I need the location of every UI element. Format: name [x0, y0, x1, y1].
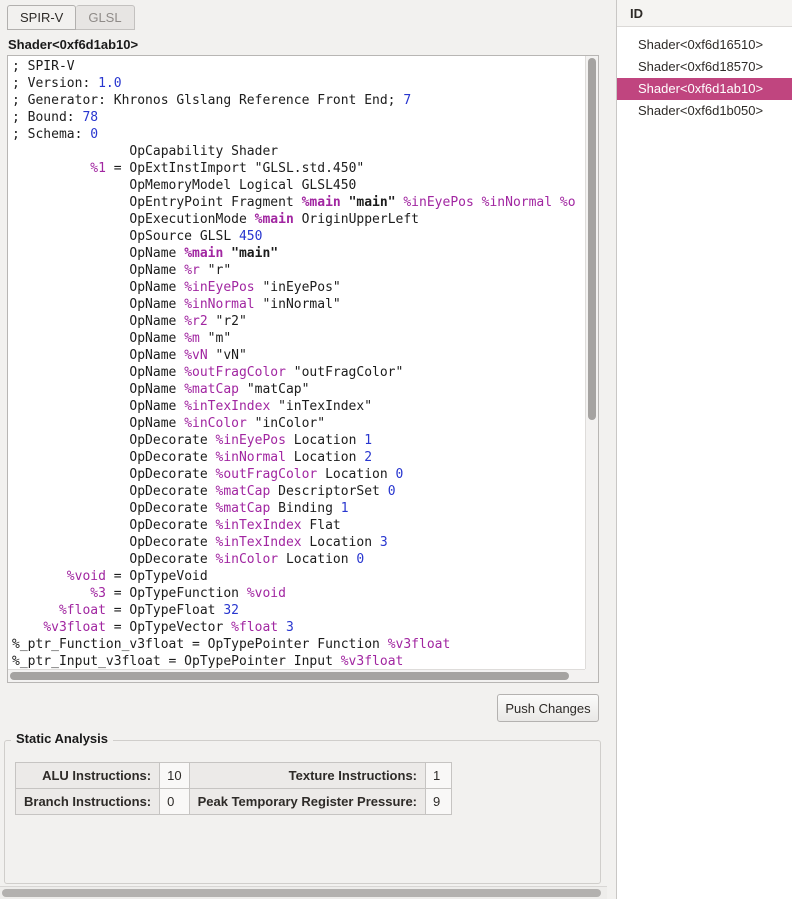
code-line: OpDecorate %inNormal Location 2 — [12, 449, 581, 466]
tab-spir-v[interactable]: SPIR-V — [7, 5, 76, 30]
push-changes-button[interactable]: Push Changes — [497, 694, 599, 722]
code-line: OpDecorate %inTexIndex Flat — [12, 517, 581, 534]
shader-title: Shader<0xf6d1ab10> — [8, 37, 138, 52]
static-analysis-frame: Static Analysis ALU Instructions:10Textu… — [4, 740, 601, 884]
code-line: %1 = OpExtInstImport "GLSL.std.450" — [12, 160, 581, 177]
id-column-header[interactable]: ID — [617, 0, 792, 27]
code-line: OpName %matCap "matCap" — [12, 381, 581, 398]
analysis-label: Peak Temporary Register Pressure: — [189, 789, 425, 815]
code-line: ; Schema: 0 — [12, 126, 581, 143]
code-line: OpSource GLSL 450 — [12, 228, 581, 245]
horizontal-scrollbar-thumb[interactable] — [10, 672, 569, 680]
pane-horizontal-scrollbar[interactable] — [0, 886, 607, 899]
shader-editor-pane: SPIR-VGLSL Shader<0xf6d1ab10> ; SPIR-V; … — [0, 0, 608, 899]
code-line: %void = OpTypeVoid — [12, 568, 581, 585]
code-line: OpName %inColor "inColor" — [12, 415, 581, 432]
analysis-row: ALU Instructions:10Texture Instructions:… — [16, 763, 452, 789]
app-window: SPIR-VGLSL Shader<0xf6d1ab10> ; SPIR-V; … — [0, 0, 792, 899]
analysis-row: Branch Instructions:0Peak Temporary Regi… — [16, 789, 452, 815]
list-item[interactable]: Shader<0xf6d18570> — [617, 56, 792, 78]
code-line: OpName %inNormal "inNormal" — [12, 296, 581, 313]
code-line: OpMemoryModel Logical GLSL450 — [12, 177, 581, 194]
static-analysis-title: Static Analysis — [11, 731, 113, 746]
analysis-value: 9 — [426, 789, 452, 815]
list-item[interactable]: Shader<0xf6d1ab10> — [617, 78, 792, 100]
tab-glsl[interactable]: GLSL — [76, 5, 134, 30]
vertical-scrollbar[interactable] — [585, 56, 598, 669]
scrollbar-corner — [585, 669, 598, 682]
code-line: OpName %inTexIndex "inTexIndex" — [12, 398, 581, 415]
shader-list: Shader<0xf6d16510>Shader<0xf6d18570>Shad… — [617, 27, 792, 122]
analysis-value: 1 — [426, 763, 452, 789]
code-line: ; Bound: 78 — [12, 109, 581, 126]
code-line: OpDecorate %inEyePos Location 1 — [12, 432, 581, 449]
analysis-value: 10 — [160, 763, 189, 789]
pane-horizontal-scrollbar-thumb[interactable] — [2, 889, 601, 897]
code-line: OpExecutionMode %main OriginUpperLeft — [12, 211, 581, 228]
code-line: OpDecorate %matCap DescriptorSet 0 — [12, 483, 581, 500]
code-line: OpName %vN "vN" — [12, 347, 581, 364]
shader-id-panel: ID Shader<0xf6d16510>Shader<0xf6d18570>S… — [616, 0, 792, 899]
code-line: OpName %r "r" — [12, 262, 581, 279]
code-frame: ; SPIR-V; Version: 1.0; Generator: Khron… — [7, 55, 599, 683]
code-line: OpName %main "main" — [12, 245, 581, 262]
code-line: OpDecorate %outFragColor Location 0 — [12, 466, 581, 483]
analysis-label: Branch Instructions: — [16, 789, 160, 815]
list-item[interactable]: Shader<0xf6d1b050> — [617, 100, 792, 122]
vertical-scrollbar-thumb[interactable] — [588, 58, 596, 420]
code-line: %_ptr_Function_v3float = OpTypePointer F… — [12, 636, 581, 653]
tab-bar: SPIR-VGLSL — [7, 5, 135, 30]
analysis-label: Texture Instructions: — [189, 763, 425, 789]
analysis-table: ALU Instructions:10Texture Instructions:… — [15, 762, 452, 815]
code-line: OpName %inEyePos "inEyePos" — [12, 279, 581, 296]
horizontal-scrollbar[interactable] — [8, 669, 585, 682]
code-line: OpName %r2 "r2" — [12, 313, 581, 330]
code-line: ; SPIR-V — [12, 58, 581, 75]
code-line: %_ptr_Input_v3float = OpTypePointer Inpu… — [12, 653, 581, 669]
code-line: %3 = OpTypeFunction %void — [12, 585, 581, 602]
code-editor[interactable]: ; SPIR-V; Version: 1.0; Generator: Khron… — [8, 56, 585, 669]
analysis-label: ALU Instructions: — [16, 763, 160, 789]
analysis-table-body: ALU Instructions:10Texture Instructions:… — [16, 763, 452, 815]
code-line: %v3float = OpTypeVector %float 3 — [12, 619, 581, 636]
code-line: OpEntryPoint Fragment %main "main" %inEy… — [12, 194, 581, 211]
code-line: ; Generator: Khronos Glslang Reference F… — [12, 92, 581, 109]
analysis-value: 0 — [160, 789, 189, 815]
code-line: OpCapability Shader — [12, 143, 581, 160]
code-line: ; Version: 1.0 — [12, 75, 581, 92]
code-line: OpName %outFragColor "outFragColor" — [12, 364, 581, 381]
code-line: OpDecorate %inTexIndex Location 3 — [12, 534, 581, 551]
code-line: OpDecorate %matCap Binding 1 — [12, 500, 581, 517]
code-line: OpDecorate %inColor Location 0 — [12, 551, 581, 568]
code-line: OpName %m "m" — [12, 330, 581, 347]
code-line: %float = OpTypeFloat 32 — [12, 602, 581, 619]
list-item[interactable]: Shader<0xf6d16510> — [617, 34, 792, 56]
